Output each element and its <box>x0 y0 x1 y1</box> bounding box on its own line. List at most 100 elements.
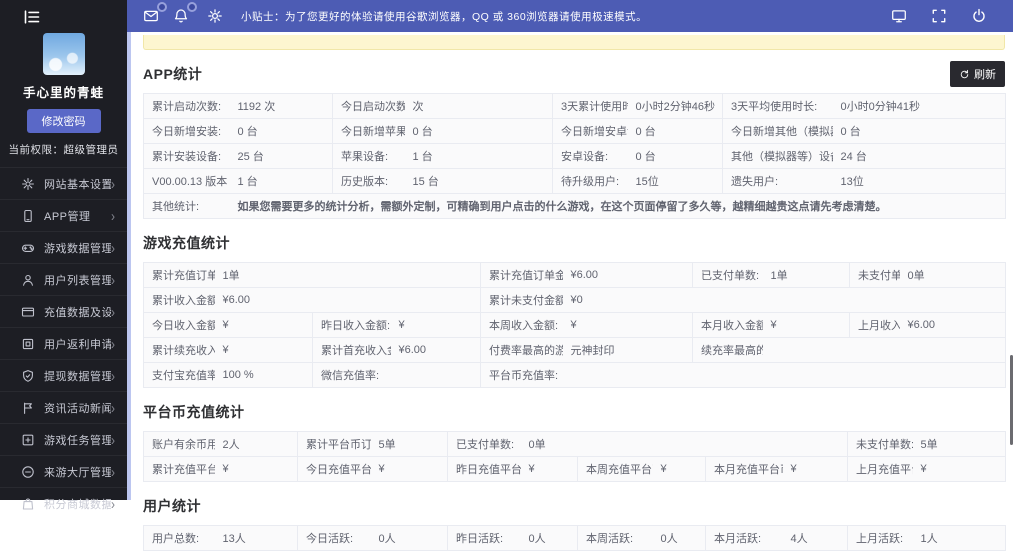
stat-label: 未支付单数: <box>849 262 900 288</box>
sidebar-item-lobby-management[interactable]: 来游大厅管理 › <box>0 455 127 487</box>
stat-label: 付费率最高的游戏: <box>480 337 563 363</box>
box-icon <box>21 433 35 447</box>
stat-value: ¥0 <box>562 287 1006 313</box>
stat-value: 1单 <box>214 262 481 288</box>
stat-label: 本月收入金额: <box>692 312 763 338</box>
stat-value: ¥ <box>920 463 927 475</box>
stat-label: 账户有余币用户数: <box>143 431 215 457</box>
monitor-icon[interactable] <box>891 8 907 24</box>
stat-value: 0 台 <box>627 143 723 169</box>
stat-label: 待升级用户: <box>552 168 628 194</box>
avatar[interactable] <box>42 33 85 75</box>
bag-icon <box>21 497 35 511</box>
user-stats-table: 用户总数: 13人 今日活跃: 0人 昨日活跃: 0人 本周活跃: 0人 本月活跃: 4人 上月活跃… <box>143 525 1006 551</box>
game-recharge-stats-table: 累计充值订单数:1单累计充值订单金额:¥6.00已支付单数:1单未支付单数:0单… <box>143 262 1007 388</box>
table-row: 其他统计: 如果您需要更多的统计分析，需额外定制，可精确到用户点击的什么游戏，在这… <box>144 194 1006 219</box>
sidebar-item-site-settings[interactable]: 网站基本设置 › <box>0 167 127 199</box>
stat-value: 0 台 <box>627 118 723 144</box>
stat-label: 累计续充收入金额: <box>143 337 215 363</box>
chevron-right-icon: › <box>111 207 115 224</box>
stat-label: 本月充值平台币: <box>705 456 783 482</box>
stat-label: 今日新增其他（模拟器等）设备: <box>722 118 833 144</box>
phone-icon <box>21 209 35 223</box>
table-row: 累计启动次数:1192 次今日启动次数:次3天累计使用时长:0小时2分钟46秒3… <box>143 93 1006 119</box>
mail-icon[interactable] <box>143 2 167 24</box>
sidebar-item-points-mall[interactable]: 积分商城数据 › <box>0 487 127 520</box>
stat-value: 0小时2分钟46秒 <box>627 93 723 119</box>
stat-label: 苹果设备: <box>332 143 405 169</box>
table-row: V00.00.13 版本（最新）:1 台历史版本:15 台待升级用户:15位遗失… <box>143 168 1006 194</box>
sidebar-item-label: 来游大厅管理 <box>44 466 111 479</box>
sidebar-item-label: 游戏数据管理 <box>44 242 111 255</box>
stat-value: 13人 <box>222 533 246 545</box>
sidebar-item-user-rebate[interactable]: 用户返利申请 › <box>0 327 127 359</box>
stat-label: V00.00.13 版本（最新）: <box>143 168 230 194</box>
sidebar-item-app-management[interactable]: APP管理 › <box>0 199 127 231</box>
stat-value: 24 台 <box>832 143 1006 169</box>
stat-value: ¥6.00 <box>562 262 693 288</box>
stat-label: 累计充值订单金额: <box>480 262 563 288</box>
chevron-right-icon: › <box>111 399 115 416</box>
stat-value: ¥6.00 <box>899 312 1006 338</box>
stat-label: 用户总数: <box>152 533 200 545</box>
stat-value: 1 台 <box>229 168 333 194</box>
table-row: 累计充值平台币: ¥ 今日充值平台币: ¥ 昨日充值平台币: ¥ 本周充值平台币: ¥ 本月充值… <box>144 456 1006 482</box>
chevron-right-icon: › <box>111 431 115 448</box>
sidebar-item-withdraw-data[interactable]: 提现数据管理 › <box>0 359 127 391</box>
chevron-right-icon: › <box>111 303 115 320</box>
main-content: APP统计 刷新累计启动次数:1192 次今日启动次数:次3天累计使用时长:0小时… <box>131 32 1013 551</box>
stat-value: ¥ <box>214 337 313 363</box>
stat-label: 今日收入金额: <box>143 312 215 338</box>
game-recharge-stats-header: 游戏充值统计 <box>143 232 1005 254</box>
sidebar-item-label: 积分商城数据 <box>44 498 111 511</box>
bell-icon[interactable] <box>173 2 197 24</box>
stat-value: 0单 <box>899 262 1006 288</box>
circle-icon <box>21 465 35 479</box>
stat-label: 上月充值平台币: <box>847 456 913 482</box>
sidebar-item-label: 充值数据及设置 <box>44 306 111 319</box>
stat-value: 0单 <box>520 431 848 457</box>
stat-label: 昨日收入金额: <box>312 312 391 338</box>
sidebar-item-user-list[interactable]: 用户列表管理 › <box>0 263 127 295</box>
chevron-right-icon: › <box>111 335 115 352</box>
stat-value: 0 台 <box>832 118 1006 144</box>
table-row: 累计续充收入金额:¥累计首充收入金额:¥6.00付费率最高的游戏:元神封印续充率… <box>143 337 1006 363</box>
sidebar-item-label: 用户列表管理 <box>44 274 111 287</box>
change-password-button[interactable]: 修改密码 <box>26 109 101 133</box>
sidebar-item-game-tasks[interactable]: 游戏任务管理 › <box>0 423 127 455</box>
stat-label: 累计收入金额: <box>143 287 215 313</box>
app-stats-header: APP统计 刷新 <box>143 61 1005 87</box>
fullscreen-icon[interactable] <box>931 8 947 24</box>
stat-value: ¥6.00 <box>390 337 481 363</box>
stat-label: 历史版本: <box>332 168 405 194</box>
stat-value: ¥ <box>222 463 229 475</box>
platform-coin-stats-table: 账户有余币用户数:2人累计平台币订单数:5单已支付单数:0单未支付单数:5单累计… <box>143 431 1007 482</box>
stat-label: 累计充值订单数: <box>143 262 215 288</box>
refresh-button[interactable]: 刷新 <box>950 61 1005 87</box>
stat-label: 上月活跃: <box>847 525 913 551</box>
sidebar-item-game-data[interactable]: 游戏数据管理 › <box>0 231 127 263</box>
sidebar-item-label: APP管理 <box>44 210 91 223</box>
table-row: 账户有余币用户数:2人累计平台币订单数:5单已支付单数:0单未支付单数:5单 <box>143 431 1006 457</box>
settings-gear-icon[interactable] <box>207 8 223 24</box>
stat-value: 1192 次 <box>229 93 333 119</box>
stat-label: 本周收入金额: <box>480 312 563 338</box>
user-stats-header: 用户统计 <box>143 495 1005 517</box>
stat-value: 1人 <box>920 533 938 545</box>
username: 手心里的青蛙 <box>22 86 104 100</box>
permission-label: 当前权限：超级管理员 <box>8 144 119 156</box>
table-row: 今日新增安装:0 台今日新增苹果设备:0 台今日新增安卓设备:0 台今日新增其他… <box>143 118 1006 144</box>
collapse-menu-icon[interactable] <box>24 10 40 24</box>
sidebar-item-recharge-settings[interactable]: 充值数据及设置› <box>0 295 127 327</box>
sidebar-item-news-activity[interactable]: 资讯活动新闻 › <box>0 391 127 423</box>
stat-value: 15 台 <box>404 168 553 194</box>
stat-value: 0人 <box>378 533 396 545</box>
card-icon <box>21 305 35 319</box>
stat-value: 100 % <box>222 369 254 381</box>
section-title-app-stats: APP统计 <box>143 66 203 82</box>
stat-value: ¥6.00 <box>214 287 481 313</box>
stat-label: 今日充值平台币: <box>297 456 371 482</box>
stat-value: ¥ <box>790 463 797 475</box>
power-icon[interactable] <box>971 8 987 24</box>
chevron-right-icon: › <box>111 367 115 384</box>
